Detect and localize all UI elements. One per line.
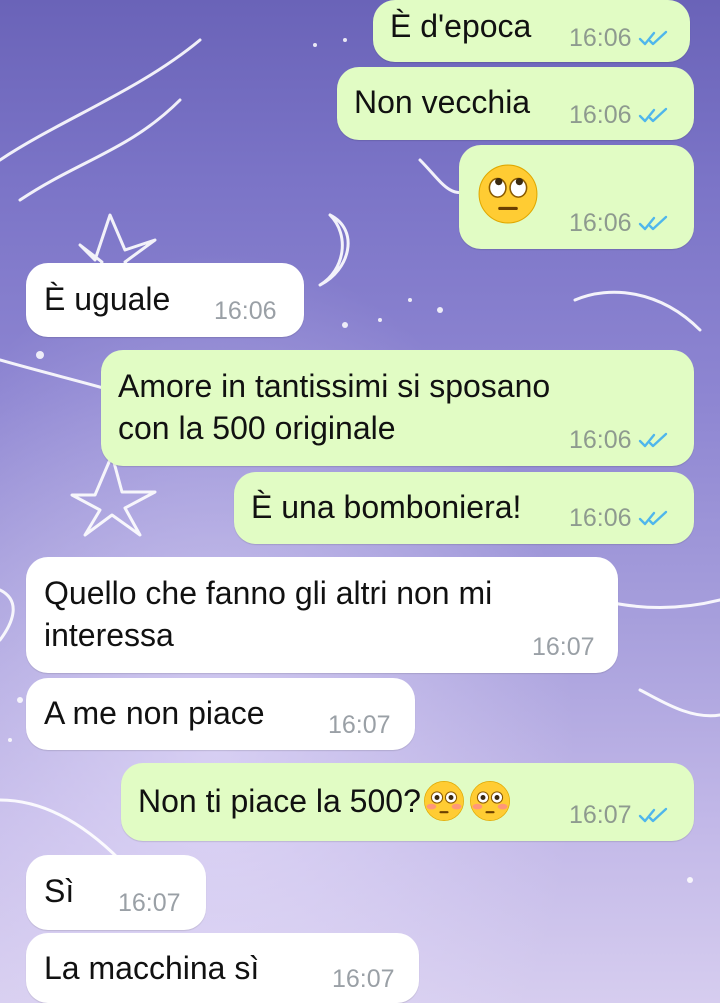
message-time: 16:07 — [332, 965, 395, 993]
message-text: Sì — [44, 873, 75, 909]
message-text: La macchina sì — [44, 950, 260, 986]
message-meta: 16:06 — [569, 101, 670, 129]
message-bubble-outgoing[interactable]: Amore in tantissimi si sposano con la 50… — [101, 350, 694, 466]
message-time: 16:07 — [118, 889, 181, 917]
message-time: 16:06 — [569, 209, 632, 237]
message-time: 16:07 — [328, 711, 391, 739]
message-text-line-1: Amore in tantissimi si sposano — [118, 368, 551, 404]
message-bubble-outgoing[interactable]: È una bomboniera! 16:06 — [234, 472, 694, 544]
message-time: 16:06 — [569, 24, 632, 52]
double-check-read-icon — [638, 30, 667, 46]
message-bubble-outgoing[interactable]: Non vecchia 16:06 — [337, 67, 694, 140]
message-meta: 16:06 — [569, 24, 670, 52]
message-text-line-2: interessa — [44, 617, 174, 653]
message-meta: 16:07 — [328, 711, 391, 739]
message-bubble-outgoing[interactable]: È d'epoca 16:06 — [373, 0, 690, 62]
message-meta: 16:07 — [332, 965, 395, 993]
message-bubble-incoming[interactable]: Quello che fanno gli altri non mi intere… — [26, 557, 618, 673]
message-meta: 16:06 — [569, 209, 670, 237]
flushed-face-emoji — [423, 781, 464, 821]
double-check-read-icon — [638, 107, 667, 123]
face-with-rolling-eyes-emoji — [478, 164, 538, 224]
message-bubble-outgoing[interactable]: Non ti piace la 500? 16:07 — [121, 763, 694, 841]
message-text-line-1: Quello che fanno gli altri non mi — [44, 575, 493, 611]
double-check-read-icon — [638, 510, 667, 526]
message-bubble-incoming[interactable]: La macchina sì 16:07 — [26, 933, 419, 1003]
double-check-read-icon — [638, 215, 667, 231]
message-text: È uguale — [44, 281, 171, 317]
message-time: 16:06 — [569, 426, 632, 454]
message-text: Non ti piace la 500? — [138, 779, 511, 823]
message-text: A me non piace — [44, 695, 265, 731]
message-meta: 16:07 — [532, 633, 595, 661]
message-bubble-incoming[interactable]: È uguale 16:06 — [26, 263, 304, 337]
message-meta: 16:06 — [214, 297, 277, 325]
message-text-line-2: con la 500 originale — [118, 410, 396, 446]
message-bubble-incoming[interactable]: Sì 16:07 — [26, 855, 206, 930]
message-time: 16:07 — [532, 633, 595, 661]
double-check-read-icon — [638, 432, 667, 448]
message-text: Non vecchia — [354, 84, 531, 120]
message-bubble-incoming[interactable]: A me non piace 16:07 — [26, 678, 415, 750]
flushed-face-emoji — [469, 781, 510, 821]
message-text-content: Non ti piace la 500? — [138, 783, 421, 819]
message-meta: 16:07 — [569, 801, 670, 829]
message-text: È d'epoca — [390, 8, 532, 44]
message-time: 16:06 — [569, 101, 632, 129]
message-bubble-outgoing[interactable]: 16:06 — [459, 145, 694, 249]
message-time: 16:07 — [569, 801, 632, 829]
message-meta: 16:06 — [569, 426, 670, 454]
message-meta: 16:07 — [118, 889, 181, 917]
double-check-read-icon — [638, 807, 667, 823]
message-text: È una bomboniera! — [251, 489, 522, 525]
message-time: 16:06 — [569, 504, 632, 532]
message-time: 16:06 — [214, 297, 277, 325]
message-meta: 16:06 — [569, 504, 670, 532]
